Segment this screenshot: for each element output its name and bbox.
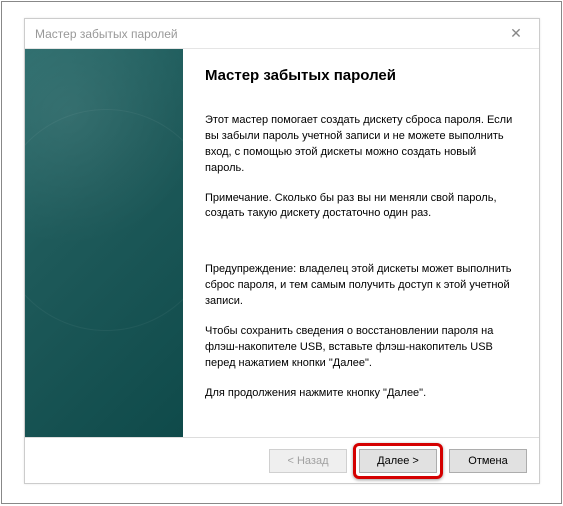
content-area: Мастер забытых паролей Этот мастер помог… [25, 49, 539, 437]
next-button[interactable]: Далее > [359, 449, 437, 473]
warning-paragraph: Предупреждение: владелец этой дискеты мо… [205, 262, 517, 310]
wizard-sidebar [25, 49, 183, 437]
back-button: < Назад [269, 449, 347, 473]
page-title: Мастер забытых паролей [205, 65, 517, 87]
wizard-window: Мастер забытых паролей ✕ Мастер забытых … [24, 18, 540, 484]
continue-paragraph: Для продолжения нажмите кнопку "Далее". [205, 386, 517, 402]
close-icon[interactable]: ✕ [501, 23, 531, 45]
cancel-button[interactable]: Отмена [449, 449, 527, 473]
next-highlight: Далее > [353, 443, 443, 479]
wizard-main: Мастер забытых паролей Этот мастер помог… [183, 49, 539, 437]
screenshot-frame: Мастер забытых паролей ✕ Мастер забытых … [1, 1, 562, 504]
note-paragraph: Примечание. Сколько бы раз вы ни меняли … [205, 191, 517, 223]
window-title: Мастер забытых паролей [35, 27, 178, 41]
titlebar: Мастер забытых паролей ✕ [25, 19, 539, 49]
usb-paragraph: Чтобы сохранить сведения о восстановлени… [205, 324, 517, 372]
wizard-footer: < Назад Далее > Отмена [25, 437, 539, 483]
intro-paragraph: Этот мастер помогает создать дискету сбр… [205, 113, 517, 177]
